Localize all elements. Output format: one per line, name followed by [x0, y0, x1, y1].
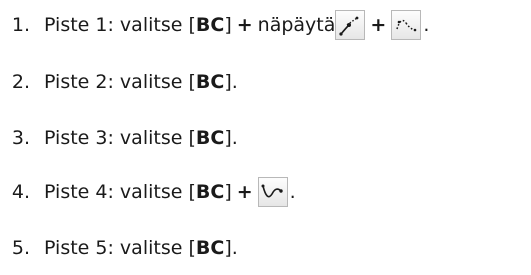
list-item: 3. Piste 3: valitse [BC].: [0, 121, 238, 155]
tangent-line-icon[interactable]: [335, 10, 366, 40]
key-label: BC: [195, 14, 225, 36]
key-label: BC: [195, 127, 225, 149]
step-number: 2.: [11, 71, 30, 93]
step-number: 3.: [11, 127, 30, 149]
bracket-close: ].: [224, 71, 238, 93]
plus-sign: +: [236, 181, 253, 203]
plus-sign: +: [236, 14, 253, 36]
list-item: 2. Piste 2: valitse [BC].: [0, 65, 238, 99]
list-item: 1. Piste 1: valitse [BC] + näpäytä + .: [0, 8, 429, 42]
step-text: Piste 3: valitse [: [44, 127, 196, 149]
list-item: 5. Piste 5: valitse [BC].: [0, 231, 238, 265]
period: .: [423, 14, 430, 36]
step-number: 1.: [11, 14, 30, 36]
step-text: Piste 5: valitse [: [44, 237, 196, 259]
bracket-close: ]: [224, 14, 232, 36]
dotted-curve-icon[interactable]: [391, 10, 422, 40]
step-text: Piste 1: valitse [: [44, 14, 196, 36]
step-text: Piste 2: valitse [: [44, 71, 196, 93]
bracket-close: ]: [224, 181, 232, 203]
key-label: BC: [195, 181, 225, 203]
bracket-close: ].: [224, 237, 238, 259]
list-item: 4. Piste 4: valitse [BC] + .: [0, 175, 296, 209]
step-number: 5.: [11, 237, 30, 259]
step-text: Piste 4: valitse [: [44, 181, 196, 203]
step-number: 4.: [11, 181, 30, 203]
period: .: [289, 181, 296, 203]
step-action-text: näpäytä: [257, 14, 336, 36]
key-label: BC: [195, 71, 225, 93]
wave-curve-icon[interactable]: [257, 177, 288, 207]
bracket-close: ].: [224, 127, 238, 149]
key-label: BC: [195, 237, 225, 259]
plus-sign: +: [370, 14, 387, 36]
